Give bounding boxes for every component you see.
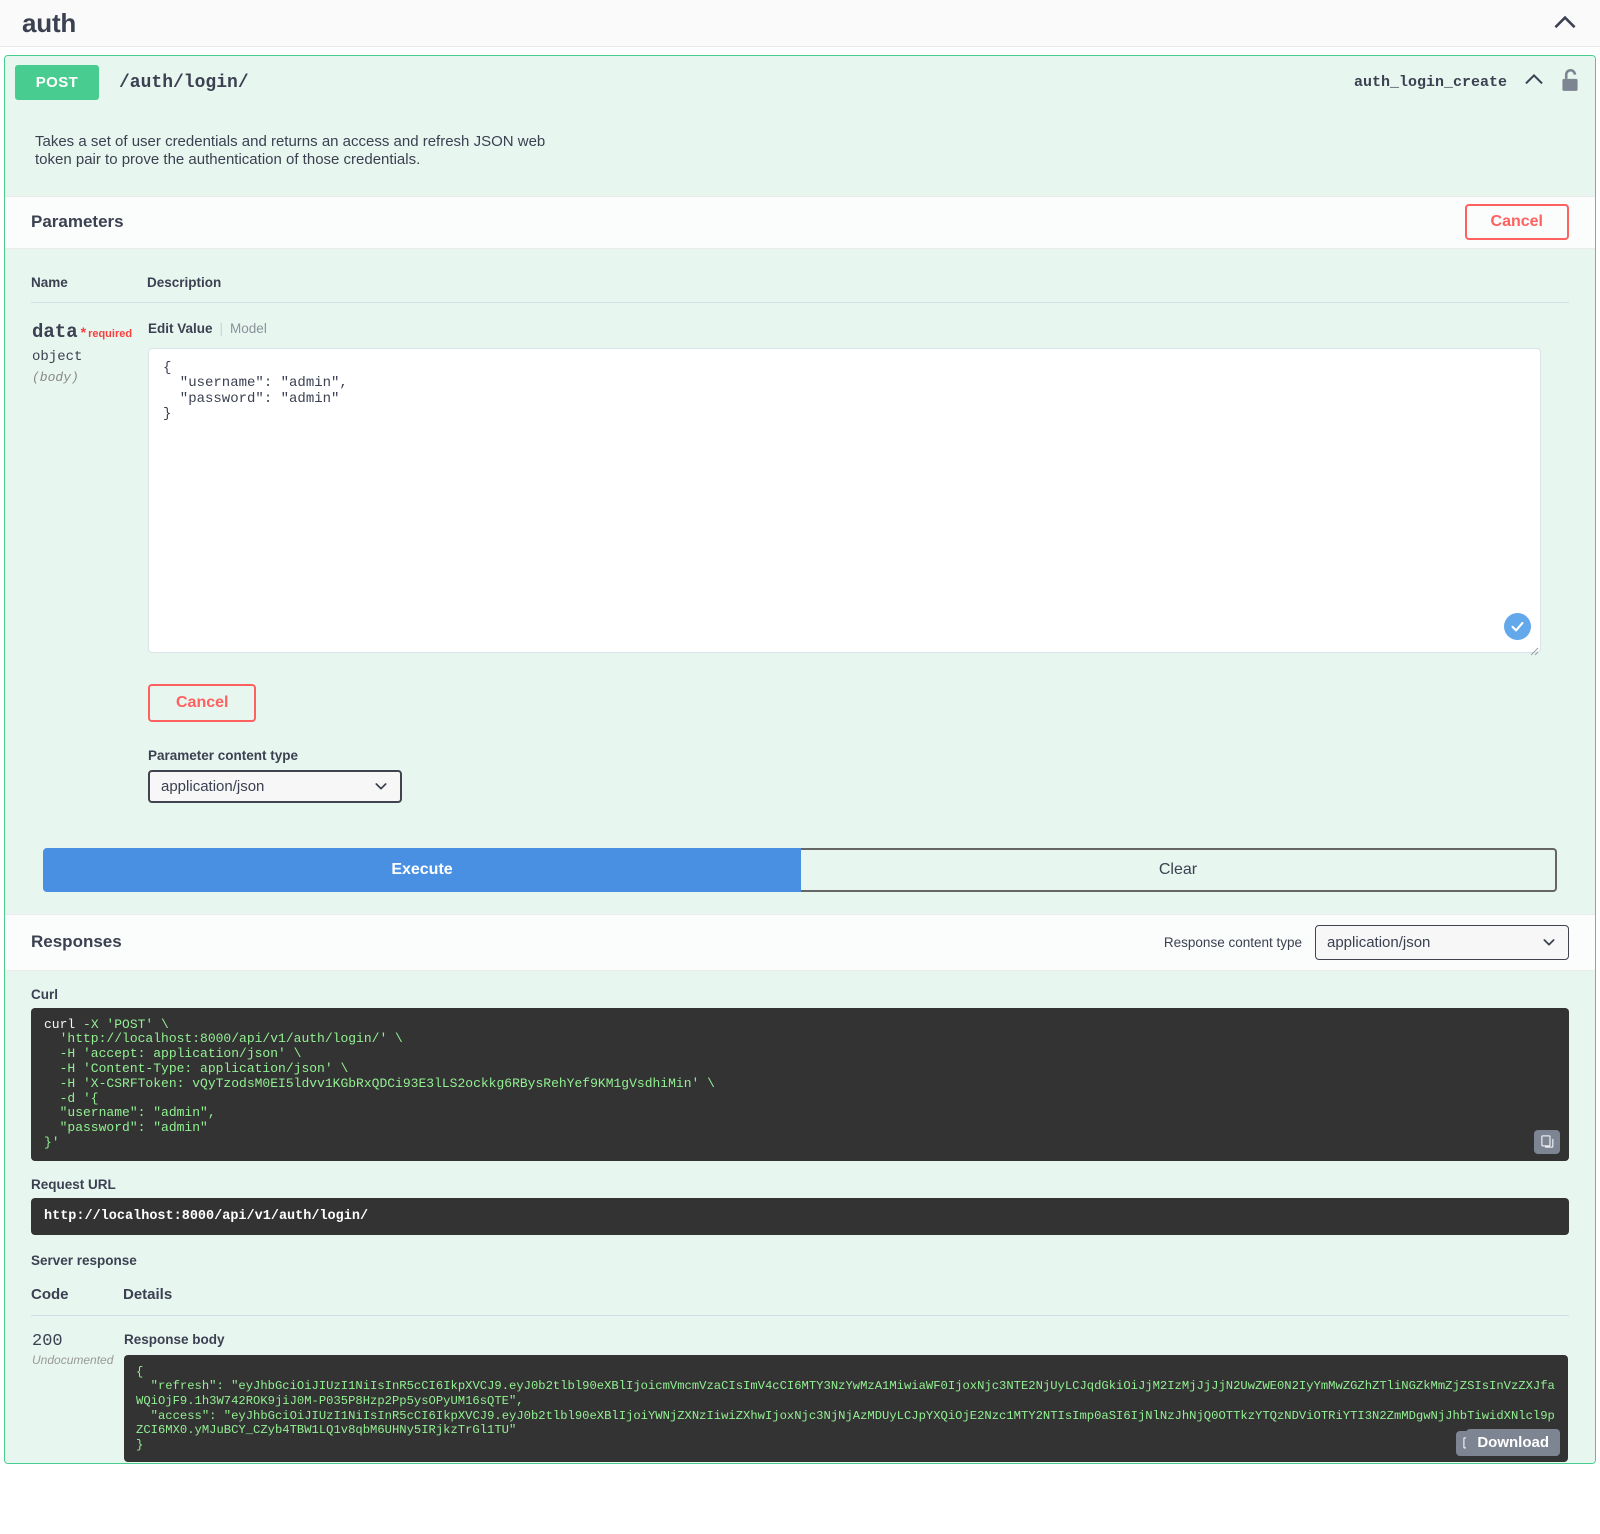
- status-code-cell: 200 Undocumented: [31, 1315, 123, 1463]
- responses-header: Responses Response content type applicat…: [5, 913, 1595, 971]
- chevron-up-icon[interactable]: [1523, 69, 1559, 96]
- status-note: Undocumented: [32, 1352, 114, 1367]
- parameter-content-type-label: Parameter content type: [148, 747, 299, 763]
- tag-title: auth: [22, 7, 77, 38]
- curl-label: Curl: [31, 986, 58, 1002]
- parameters-title: Parameters: [31, 212, 124, 232]
- parameter-content-type-value: application/json: [161, 777, 265, 795]
- parameter-name-cell: data * required object (body): [31, 302, 147, 804]
- table-header-row: Name Description: [31, 248, 1569, 303]
- response-body-code-block: { "refresh": "eyJhbGciOiJIUzI1NiIsInR5cC…: [124, 1354, 1568, 1463]
- tag-header[interactable]: auth: [0, 0, 1600, 47]
- table-row: data * required object (body) Edit Value | M…: [31, 302, 1569, 804]
- parameters-header: Parameters Cancel: [5, 195, 1595, 249]
- request-body-textarea[interactable]: [148, 347, 1541, 653]
- chevron-down-icon: [375, 783, 387, 790]
- table-header-row: Code Details: [31, 1279, 1569, 1316]
- chevron-up-icon[interactable]: [1552, 10, 1578, 36]
- responses-title: Responses: [31, 932, 122, 952]
- response-content-type-label: Response content type: [1163, 934, 1302, 950]
- column-header-name: Name: [31, 248, 147, 303]
- copy-to-clipboard-icon[interactable]: [1534, 1129, 1560, 1154]
- clear-button[interactable]: Clear: [801, 847, 1557, 892]
- cancel-button-top[interactable]: Cancel: [1464, 204, 1569, 241]
- response-content-type-select[interactable]: application/json: [1315, 924, 1569, 960]
- request-body-editor-wrap: [148, 347, 1541, 658]
- action-buttons-row: Execute Clear: [31, 803, 1569, 914]
- tab-edit-value[interactable]: Edit Value: [148, 321, 213, 336]
- parameter-name: data: [32, 320, 78, 343]
- column-header-code: Code: [31, 1279, 123, 1316]
- unlocked-padlock-icon[interactable]: [1559, 67, 1581, 98]
- parameter-content-type-select[interactable]: application/json: [148, 769, 402, 803]
- cancel-button-body[interactable]: Cancel: [148, 683, 257, 722]
- column-header-details: Details: [123, 1279, 1569, 1316]
- download-button[interactable]: Download: [1466, 1429, 1560, 1457]
- server-response-label: Server response: [31, 1252, 137, 1268]
- required-star: *: [80, 323, 87, 340]
- status-code: 200: [32, 1331, 63, 1351]
- request-url-value: http://localhost:8000/api/v1/auth/login/: [31, 1197, 1569, 1235]
- operation-id: auth_login_create: [1353, 74, 1507, 91]
- request-url-label: Request URL: [31, 1176, 116, 1192]
- tab-divider: |: [219, 320, 224, 336]
- parameter-location: (body): [32, 369, 79, 385]
- curl-command-keyword: curl: [44, 1016, 76, 1032]
- response-details-cell: Response body { "refresh": "eyJhbGciOiJI…: [123, 1315, 1569, 1463]
- column-header-description: Description: [147, 248, 1569, 303]
- resize-handle[interactable]: [1527, 644, 1539, 656]
- value-model-tabs: Edit Value | Model: [148, 321, 1568, 336]
- operation-path: /auth/login/: [119, 72, 249, 93]
- curl-command-body: -X 'POST' \ 'http://localhost:8000/api/v…: [44, 1016, 715, 1150]
- response-content-type-value: application/json: [1327, 933, 1431, 951]
- server-response-table: Code Details 200 Undocumented Response b…: [31, 1279, 1569, 1464]
- tab-model[interactable]: Model: [230, 321, 267, 336]
- response-body-label: Response body: [124, 1331, 225, 1347]
- parameter-type: object: [32, 348, 83, 365]
- response-body-content: { "refresh": "eyJhbGciOiJIUzI1NiIsInR5cC…: [136, 1364, 1555, 1452]
- operation-summary-bar[interactable]: POST /auth/login/ auth_login_create: [5, 56, 1595, 109]
- checkmark-circle-icon: [1504, 612, 1531, 640]
- parameters-table: Name Description data * required object (b…: [31, 248, 1569, 804]
- parameter-description-cell: Edit Value | Model {"username": "admin"…: [147, 302, 1569, 804]
- parameters-body: Name Description data * required object (b…: [5, 248, 1595, 914]
- required-label: required: [88, 327, 133, 340]
- operation-description: Takes a set of user credentials and retu…: [5, 109, 1595, 196]
- chevron-down-icon: [1543, 939, 1555, 946]
- execute-button[interactable]: Execute: [43, 847, 801, 892]
- responses-body: Curl curl -X 'POST' \ 'http://localhost:…: [5, 970, 1595, 1464]
- table-row: 200 Undocumented Response body { "refres…: [31, 1315, 1569, 1463]
- operation-block: POST /auth/login/ auth_login_create Take…: [4, 55, 1596, 1465]
- curl-code-block: curl -X 'POST' \ 'http://localhost:8000/…: [31, 1007, 1569, 1161]
- http-method-badge: POST: [15, 65, 99, 100]
